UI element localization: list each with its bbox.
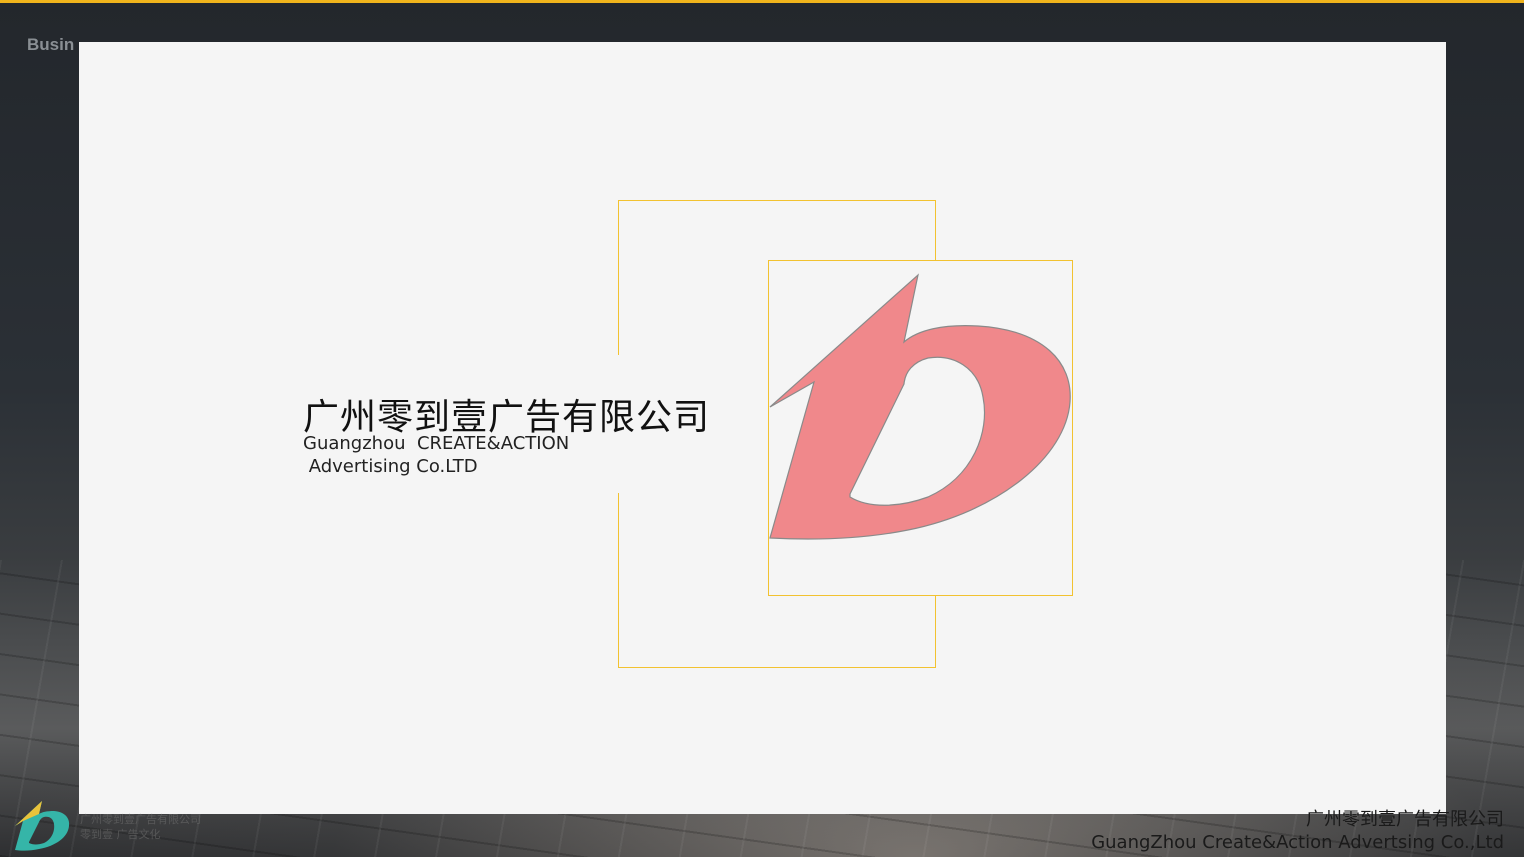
footer-company-english: GuangZhou Create&Action Advertsing Co.,L… [1091, 832, 1504, 853]
top-accent-rule [0, 0, 1524, 3]
footer-logo-caption: 广州零到壹广告有限公司 零到壹 广告文化 [80, 812, 201, 842]
company-name-english-line1: Guangzhou CREATE&ACTION [303, 433, 570, 454]
background-title: Busin [27, 35, 75, 54]
footer-company-info: 广州零到壹广告有限公司 GuangZhou Create&Action Adve… [1091, 808, 1504, 854]
zero-to-one-logo-icon [769, 273, 1071, 540]
company-name-english-line2: Advertising Co.LTD [303, 456, 478, 477]
footer-logo-caption-line1: 广州零到壹广告有限公司 [80, 813, 201, 826]
company-name-english: Guangzhou CREATE&ACTION Advertising Co.L… [303, 432, 569, 478]
footer-logo-icon [15, 801, 70, 851]
footer-company-chinese: 广州零到壹广告有限公司 [1306, 809, 1504, 830]
footer-logo-caption-line2: 零到壹 广告文化 [80, 828, 161, 841]
